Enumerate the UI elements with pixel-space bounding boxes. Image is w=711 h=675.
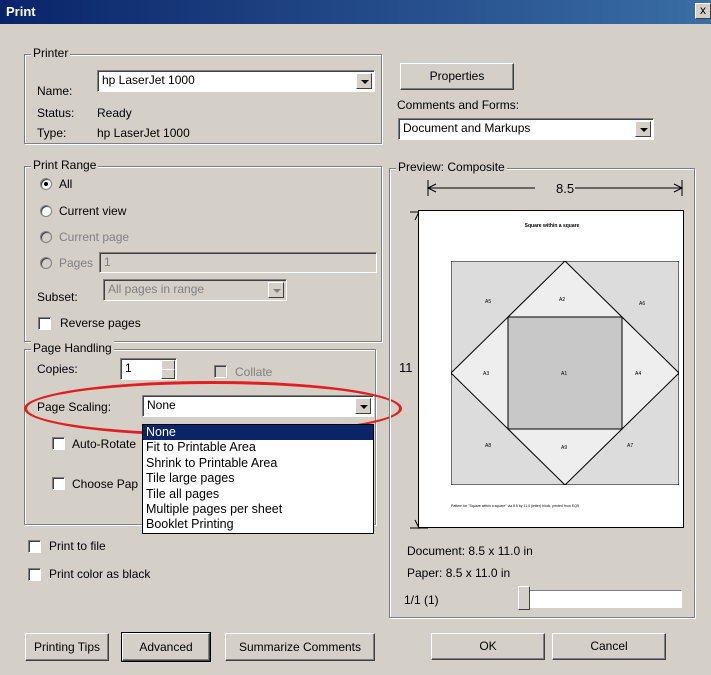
block-label-a7: A7 (627, 443, 634, 449)
print-color-black-checkbox[interactable] (28, 568, 41, 581)
choose-paper-label: Choose Pap (72, 477, 139, 491)
close-icon: x (700, 3, 706, 17)
block-label-a4: A4 (635, 371, 642, 377)
copies-label: Copies: (37, 362, 78, 376)
close-button[interactable]: x (695, 3, 711, 19)
radio-pages-label: Pages (59, 256, 94, 270)
print-to-file-label: Print to file (49, 539, 106, 553)
block-label-a2: A2 (559, 297, 566, 303)
comments-forms-label: Comments and Forms: (397, 98, 520, 112)
radio-all[interactable] (40, 178, 52, 190)
block-label-a1: A1 (561, 371, 568, 377)
document-size: Document: 8.5 x 11.0 in (407, 544, 533, 558)
block-label-a6: A6 (639, 301, 646, 307)
choose-paper-checkbox[interactable] (52, 477, 65, 490)
page-scaling-options: None Fit to Printable Area Shrink to Pri… (142, 424, 374, 534)
advanced-button[interactable]: Advanced (121, 632, 211, 662)
option-none[interactable]: None (143, 425, 373, 441)
height-label: 11 (399, 360, 413, 375)
preview-group-label: Preview: Composite (396, 160, 507, 174)
radio-pages[interactable] (40, 257, 52, 269)
copies-down-arrow-icon[interactable] (161, 369, 175, 379)
type-label: Type: (37, 126, 67, 140)
option-tile-all[interactable]: Tile all pages (143, 487, 373, 502)
paper-size: Paper: 8.5 x 11.0 in (407, 566, 511, 580)
subset-label: Subset: (37, 290, 78, 304)
window-title: Print (6, 4, 36, 19)
auto-rotate-label: Auto-Rotate (72, 437, 137, 451)
page-counter: 1/1 (1) (404, 593, 439, 607)
chevron-down-icon[interactable] (268, 282, 284, 298)
auto-rotate-checkbox[interactable] (52, 437, 65, 450)
print-range-label: Print Range (31, 158, 99, 172)
status-value: Ready (97, 106, 132, 120)
printer-name-value: hp LaserJet 1000 (102, 73, 195, 87)
block-label-a8: A8 (485, 443, 492, 449)
radio-current-view[interactable] (40, 205, 52, 217)
summarize-comments-button[interactable]: Summarize Comments (225, 633, 375, 661)
title-bar (0, 0, 711, 24)
collate-checkbox[interactable] (214, 365, 227, 378)
option-shrink-printable[interactable]: Shrink to Printable Area (143, 456, 373, 471)
comments-forms-value: Document and Markups (403, 121, 531, 135)
type-value: hp LaserJet 1000 (97, 126, 190, 140)
chevron-down-icon[interactable] (635, 121, 651, 137)
name-label: Name: (37, 84, 73, 98)
block-label-a3: A3 (483, 371, 490, 377)
printer-name-dropdown[interactable]: hp LaserJet 1000 (97, 70, 375, 92)
option-tile-large[interactable]: Tile large pages (143, 471, 373, 486)
preview-page: Square within a square A2 A5 A6 A1 A3 A4… (418, 210, 684, 528)
option-booklet[interactable]: Booklet Printing (143, 517, 373, 532)
cancel-button[interactable]: Cancel (552, 633, 666, 660)
printer-group (24, 54, 382, 144)
block-label-a9: A9 (561, 445, 568, 451)
page-slider-thumb[interactable] (518, 586, 530, 610)
block-label-a5: A5 (485, 299, 492, 305)
copies-input[interactable]: 1 (120, 358, 177, 380)
printer-group-label: Printer (31, 46, 71, 60)
status-label: Status: (37, 106, 75, 120)
radio-current-view-label: Current view (59, 204, 127, 218)
collate-label: Collate (235, 365, 273, 379)
radio-current-page-label: Current page (59, 230, 130, 244)
option-multiple-pages[interactable]: Multiple pages per sheet (143, 502, 373, 517)
copies-value: 1 (125, 361, 132, 375)
reverse-pages-label: Reverse pages (60, 316, 141, 330)
page-handling-label: Page Handling (31, 341, 114, 355)
option-fit-printable[interactable]: Fit to Printable Area (143, 440, 373, 455)
print-to-file-checkbox[interactable] (28, 540, 41, 553)
printing-tips-button[interactable]: Printing Tips (25, 633, 109, 661)
print-color-black-label: Print color as black (49, 567, 151, 581)
properties-button[interactable]: Properties (400, 63, 514, 90)
pages-input[interactable]: 1 (99, 252, 377, 273)
chevron-down-icon[interactable] (356, 73, 372, 89)
page-slider-track[interactable] (528, 590, 682, 608)
radio-all-label: All (59, 177, 73, 191)
radio-current-page[interactable] (40, 231, 52, 243)
preview-page-footer: Pattern for "Square within a square" via… (451, 504, 579, 508)
subset-value: All pages in range (108, 282, 205, 296)
width-label: 8.5 (556, 181, 575, 196)
ok-button[interactable]: OK (431, 633, 545, 660)
subset-dropdown[interactable]: All pages in range (103, 279, 287, 301)
preview-page-title: Square within a square (524, 223, 580, 229)
comments-forms-dropdown[interactable]: Document and Markups (398, 118, 654, 140)
reverse-pages-checkbox[interactable] (38, 317, 51, 330)
